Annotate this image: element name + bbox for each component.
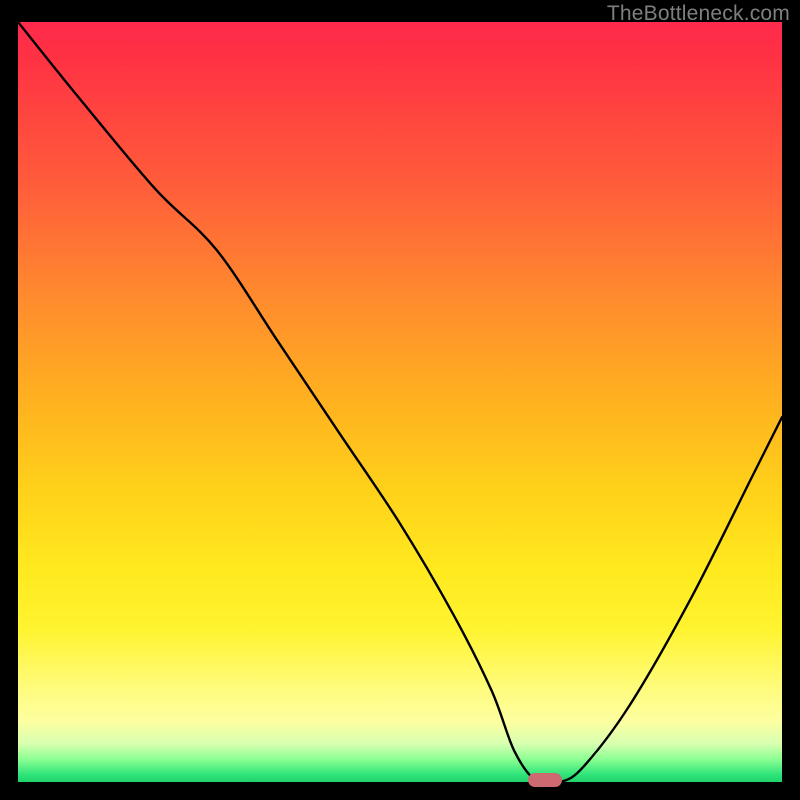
optimal-marker xyxy=(528,773,562,787)
watermark-text: TheBottleneck.com xyxy=(607,2,790,26)
bottleneck-curve xyxy=(18,22,782,782)
chart-frame: TheBottleneck.com xyxy=(0,0,800,800)
